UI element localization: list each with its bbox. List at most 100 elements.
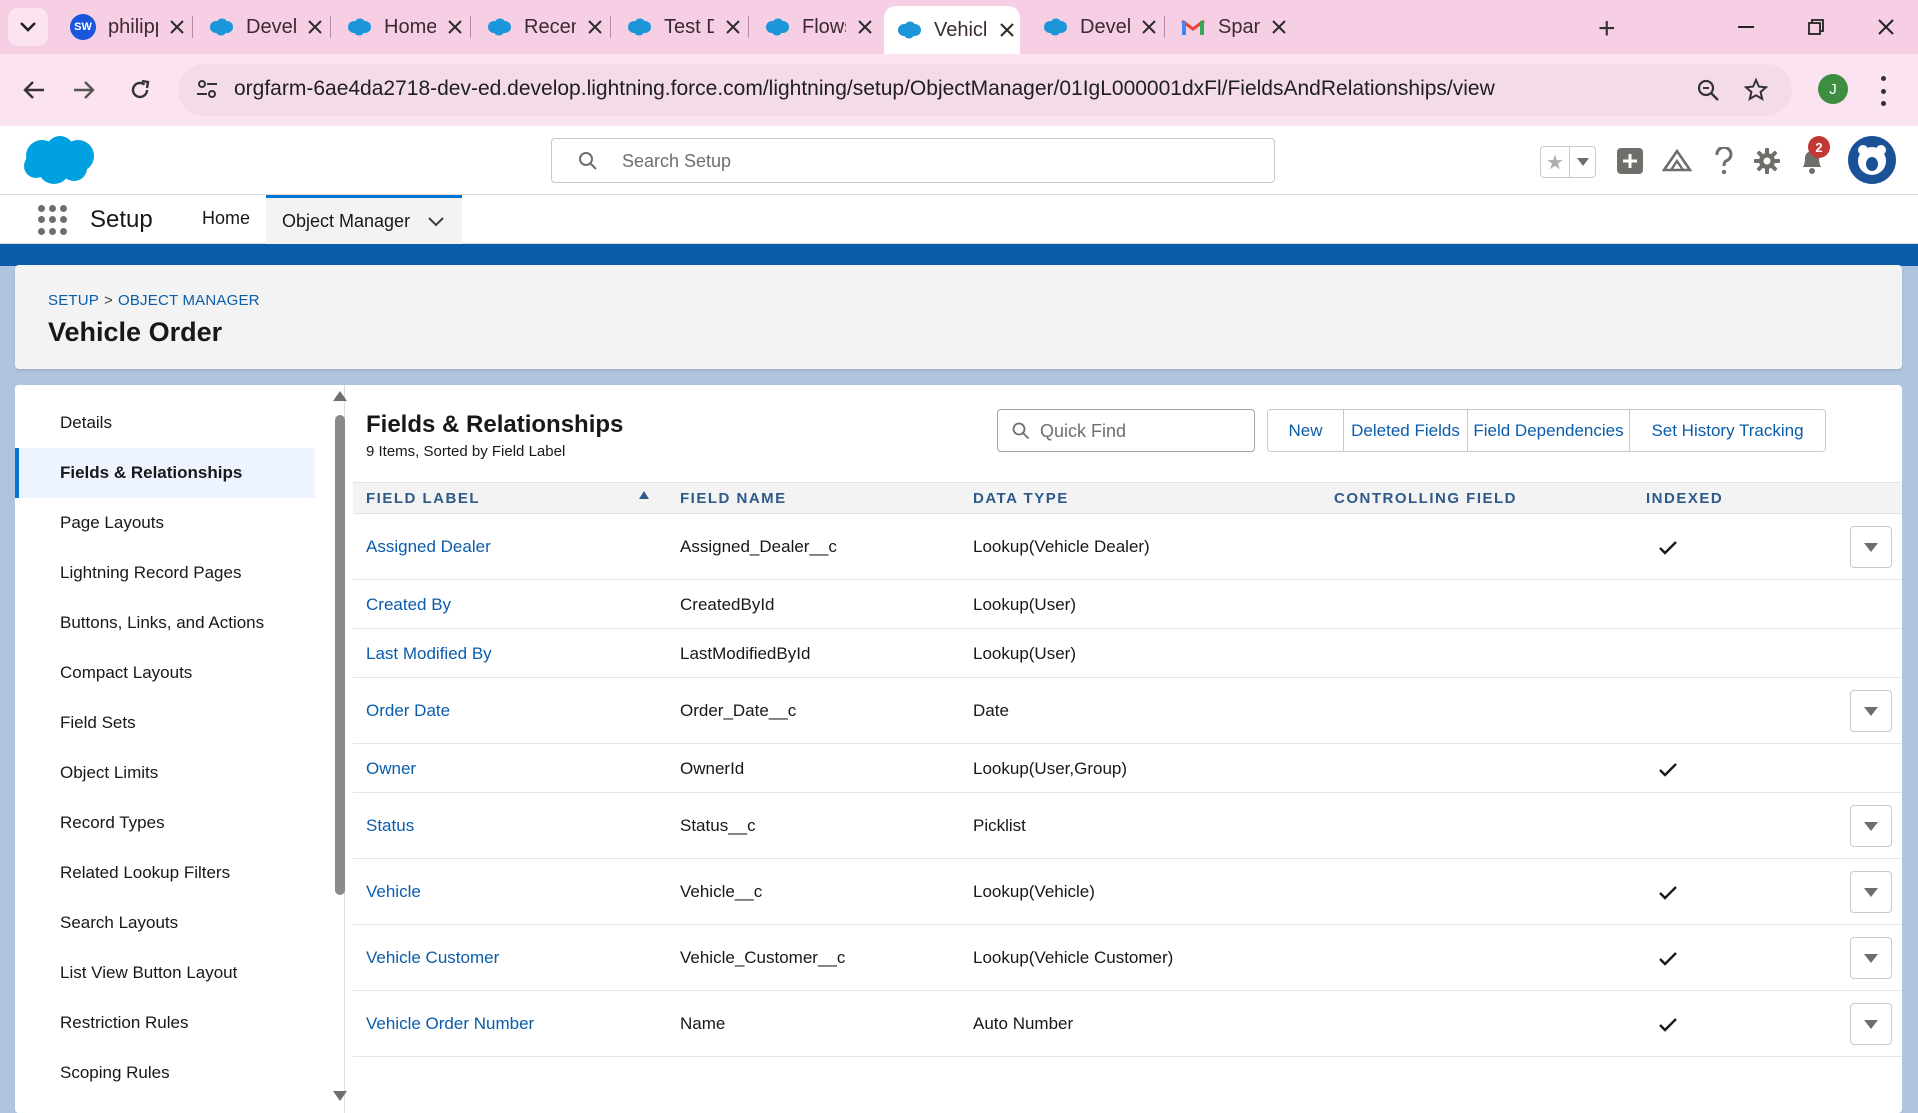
row-actions-button[interactable] <box>1850 871 1892 913</box>
close-tab-icon[interactable] <box>582 14 608 40</box>
close-window-button[interactable] <box>1866 8 1906 46</box>
kebab-menu-icon <box>1880 76 1886 81</box>
sidebar-item[interactable]: Related Lookup Filters <box>15 848 315 898</box>
setup-search-input[interactable] <box>622 147 1222 175</box>
set-history-tracking-button[interactable]: Set History Tracking <box>1630 410 1825 451</box>
browser-tab-title: Spam - <box>1218 15 1260 38</box>
chevron-down-icon[interactable] <box>428 217 444 227</box>
gear-icon <box>1754 148 1780 174</box>
minimize-icon <box>1738 26 1754 28</box>
arrow-right-icon <box>74 81 95 99</box>
table-row: Created By CreatedById Lookup(User) <box>353 580 1902 629</box>
new-field-button[interactable]: New <box>1268 410 1344 451</box>
sw-initials: SW <box>70 14 96 40</box>
scroll-up-icon[interactable] <box>333 391 347 401</box>
nav-tab-object-manager[interactable]: Object Manager <box>266 195 462 244</box>
restore-button[interactable] <box>1796 8 1836 46</box>
browser-tab[interactable]: Vehicle <box>884 6 1020 54</box>
browser-tab[interactable]: Flows | <box>752 0 878 54</box>
sidebar-item[interactable]: Lightning Record Pages <box>15 548 315 598</box>
close-tab-icon[interactable] <box>720 14 746 40</box>
sidebar-item[interactable]: List View Button Layout <box>15 948 315 998</box>
tab-search-button[interactable] <box>8 8 48 46</box>
setup-gear-button[interactable] <box>1750 144 1784 178</box>
sidebar-item[interactable]: Page Layouts <box>15 498 315 548</box>
browser-menu-button[interactable] <box>1878 76 1888 106</box>
sidebar-item[interactable]: Search Layouts <box>15 898 315 948</box>
close-tab-icon[interactable] <box>1136 14 1162 40</box>
row-actions-button[interactable] <box>1850 805 1892 847</box>
sidebar-item[interactable]: Details <box>15 398 315 448</box>
close-tab-icon[interactable] <box>442 14 468 40</box>
browser-tab[interactable]: Recently <box>474 0 608 54</box>
bookmark-button[interactable] <box>1742 76 1770 104</box>
browser-tab[interactable]: Home | <box>334 0 468 54</box>
zoom-button[interactable] <box>1694 76 1722 104</box>
sidebar-scrollbar-thumb[interactable] <box>335 415 345 895</box>
back-button[interactable] <box>14 70 54 110</box>
object-header: SETUP > OBJECT MANAGER Vehicle Order <box>15 265 1902 369</box>
minimize-button[interactable] <box>1726 8 1766 46</box>
new-tab-button[interactable]: + <box>1598 12 1616 46</box>
close-tab-icon[interactable] <box>1266 14 1292 40</box>
quick-find-input[interactable] <box>1040 418 1240 444</box>
url-text[interactable]: orgfarm-6ae4da2718-dev-ed.develop.lightn… <box>234 77 1495 101</box>
sidebar-item[interactable]: Restriction Rules <box>15 998 315 1048</box>
app-launcher-button[interactable] <box>38 205 68 235</box>
favorite-star-button[interactable]: ★ <box>1541 147 1569 177</box>
help-button[interactable] <box>1707 144 1741 178</box>
close-tab-icon[interactable] <box>302 14 328 40</box>
field-label-link[interactable]: Order Date <box>366 701 450 721</box>
close-tab-icon[interactable] <box>164 14 190 40</box>
field-label-link[interactable]: Vehicle Customer <box>366 948 499 968</box>
reload-button[interactable] <box>120 70 160 110</box>
row-actions-button[interactable] <box>1850 937 1892 979</box>
salesforce-logo[interactable] <box>20 134 100 193</box>
quick-find-box[interactable] <box>997 409 1255 452</box>
field-dependencies-button[interactable]: Field Dependencies <box>1468 410 1630 451</box>
sidebar-item[interactable]: Buttons, Links, and Actions <box>15 598 315 648</box>
sidebar-item[interactable]: Object Limits <box>15 748 315 798</box>
profile-avatar[interactable]: J <box>1818 74 1848 104</box>
nav-tab-home[interactable]: Home <box>186 195 266 244</box>
site-settings-icon[interactable] <box>196 78 218 100</box>
column-header-field-label[interactable]: FIELD LABEL <box>366 490 480 507</box>
browser-tab[interactable]: Spam - <box>1168 0 1292 54</box>
close-tab-icon[interactable] <box>994 17 1020 43</box>
sidebar-item[interactable]: Record Types <box>15 798 315 848</box>
sidebar-item[interactable]: Compact Layouts <box>15 648 315 698</box>
field-label-link[interactable]: Vehicle Order Number <box>366 1014 534 1034</box>
field-label-link[interactable]: Owner <box>366 759 416 779</box>
sidebar-item[interactable]: Scoping Rules <box>15 1048 315 1098</box>
sidebar-item[interactable]: Fields & Relationships <box>15 448 315 498</box>
breadcrumb-object-manager-link[interactable]: OBJECT MANAGER <box>118 292 260 309</box>
breadcrumb-setup-link[interactable]: SETUP <box>48 292 99 309</box>
field-label-link[interactable]: Last Modified By <box>366 644 492 664</box>
field-label-link[interactable]: Created By <box>366 595 451 615</box>
forward-button[interactable] <box>64 70 104 110</box>
setup-search-box[interactable] <box>551 138 1275 183</box>
row-actions-button[interactable] <box>1850 1003 1892 1045</box>
sort-ascending-icon[interactable] <box>639 491 649 499</box>
trailhead-guidance-button[interactable] <box>1660 144 1694 178</box>
address-bar[interactable]: orgfarm-6ae4da2718-dev-ed.develop.lightn… <box>178 64 1792 116</box>
row-actions-button[interactable] <box>1850 690 1892 732</box>
field-label-link[interactable]: Vehicle <box>366 882 421 902</box>
salesforce-global-header: ★ 2 <box>0 126 1918 195</box>
deleted-fields-button[interactable]: Deleted Fields <box>1344 410 1468 451</box>
browser-tab[interactable]: SW philippi <box>58 0 190 54</box>
add-icon <box>1617 148 1643 174</box>
browser-tab[interactable]: Develop <box>196 0 328 54</box>
row-actions-button[interactable] <box>1850 526 1892 568</box>
scroll-down-icon[interactable] <box>333 1091 347 1101</box>
browser-tab[interactable]: Develop <box>1030 0 1162 54</box>
global-actions-button[interactable] <box>1613 144 1647 178</box>
caret-down-icon <box>1864 887 1878 897</box>
favorites-list-button[interactable] <box>1569 147 1595 177</box>
user-avatar[interactable] <box>1848 136 1896 184</box>
browser-tab[interactable]: Test Driv <box>614 0 746 54</box>
field-label-link[interactable]: Status <box>366 816 414 836</box>
close-tab-icon[interactable] <box>852 14 878 40</box>
sidebar-item[interactable]: Field Sets <box>15 698 315 748</box>
field-label-link[interactable]: Assigned Dealer <box>366 537 491 557</box>
